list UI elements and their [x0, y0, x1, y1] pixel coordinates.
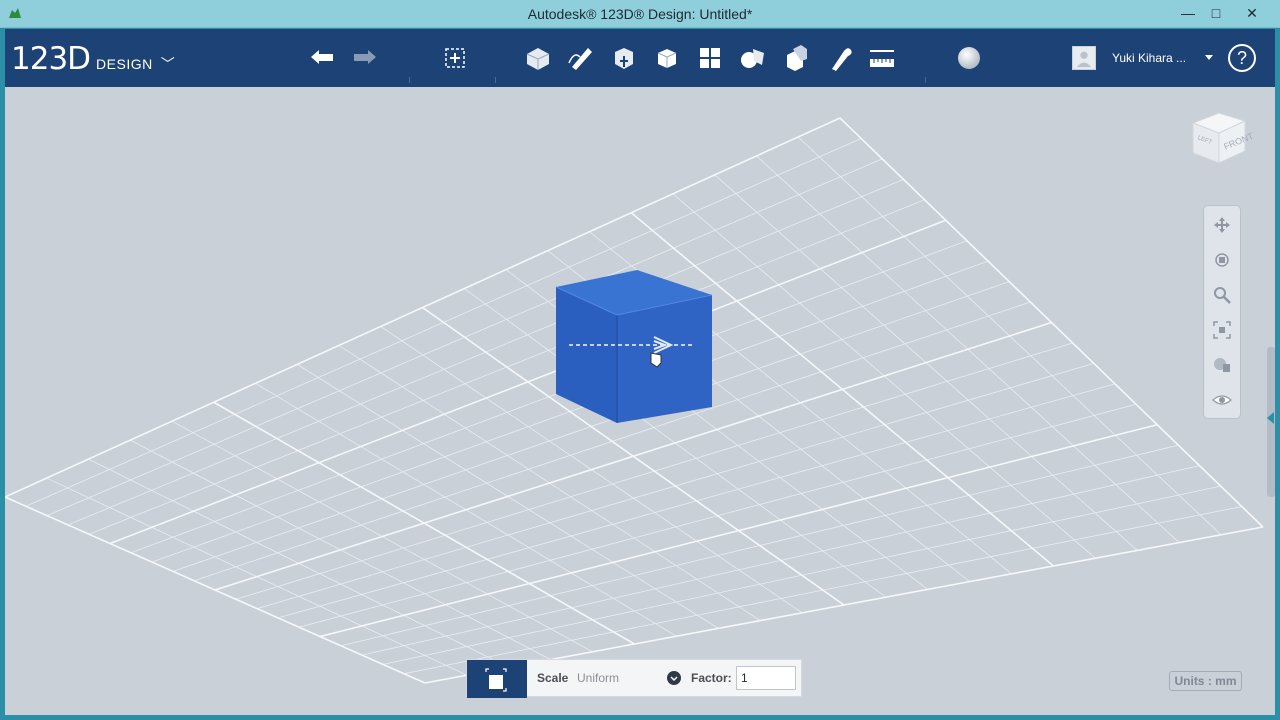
user-name: Yuki Kihara ... [1112, 51, 1187, 65]
scale-label: Scale [537, 671, 569, 685]
chevron-down-icon: ﹀ [160, 56, 175, 72]
undo-icon[interactable] [307, 43, 337, 73]
eye-icon[interactable] [1212, 390, 1232, 410]
construct-icon[interactable] [609, 43, 639, 73]
toolbar-separator [409, 77, 410, 83]
measure-icon[interactable] [867, 43, 897, 73]
user-icon [1076, 51, 1092, 68]
viewcube[interactable]: FRONT LEFT [1185, 105, 1255, 175]
combine-icon[interactable] [781, 43, 811, 73]
view-style-icon[interactable] [1212, 355, 1232, 375]
logo-number: 123D [11, 41, 91, 77]
orbit-icon[interactable] [1212, 250, 1232, 270]
3d-viewport[interactable]: FRONT LEFT Scale Uniform Factor: 1 Units… [5, 87, 1275, 715]
dropdown-icon[interactable] [667, 671, 681, 685]
add-new-icon[interactable] [440, 43, 470, 73]
chevron-down-icon [670, 676, 678, 682]
title-bar: Autodesk® 123D® Design: Untitled* — □ ✕ [0, 0, 1280, 28]
main-toolbar: 123D DESIGN ﹀ Yuki Kihara ... ? [5, 29, 1275, 87]
caret-down-icon[interactable] [1205, 55, 1213, 60]
fit-view-icon[interactable] [1212, 320, 1232, 340]
grid-line [213, 401, 635, 645]
grouping-icon[interactable] [738, 43, 768, 73]
factor-input[interactable]: 1 [736, 666, 796, 690]
window-frame-bottom [0, 715, 1280, 720]
close-button[interactable]: ✕ [1240, 2, 1264, 24]
sketch-icon[interactable] [566, 43, 596, 73]
snap-icon[interactable] [824, 43, 854, 73]
factor-label: Factor: [691, 671, 732, 685]
zoom-icon[interactable] [1212, 285, 1232, 305]
units-button[interactable]: Units : mm [1169, 671, 1242, 691]
scale-mode-button[interactable] [467, 660, 527, 698]
navigation-bar [1203, 205, 1241, 419]
minimize-button[interactable]: — [1176, 2, 1200, 24]
logo-word: DESIGN [96, 56, 153, 72]
user-menu[interactable]: Yuki Kihara ... [1072, 45, 1186, 71]
collapse-arrow-icon[interactable] [1267, 412, 1274, 424]
maximize-button[interactable]: □ [1204, 2, 1228, 24]
cube-object[interactable] [555, 270, 713, 423]
pattern-icon[interactable] [695, 43, 725, 73]
window-title: Autodesk® 123D® Design: Untitled* [527, 6, 753, 22]
toolbar-separator [925, 77, 926, 83]
avatar [1072, 46, 1096, 70]
app-menu-button[interactable]: 123D DESIGN ﹀ [11, 41, 175, 77]
modify-icon[interactable] [652, 43, 682, 73]
scale-panel: Scale Uniform Factor: 1 [466, 659, 802, 698]
pan-icon[interactable] [1212, 215, 1232, 235]
material-icon[interactable] [954, 43, 984, 73]
help-button[interactable]: ? [1228, 44, 1256, 72]
redo-icon[interactable] [350, 43, 380, 73]
scale-icon [485, 668, 507, 692]
ground-grid [5, 117, 1264, 684]
primitives-icon[interactable] [523, 43, 553, 73]
toolbar-separator [495, 77, 496, 83]
